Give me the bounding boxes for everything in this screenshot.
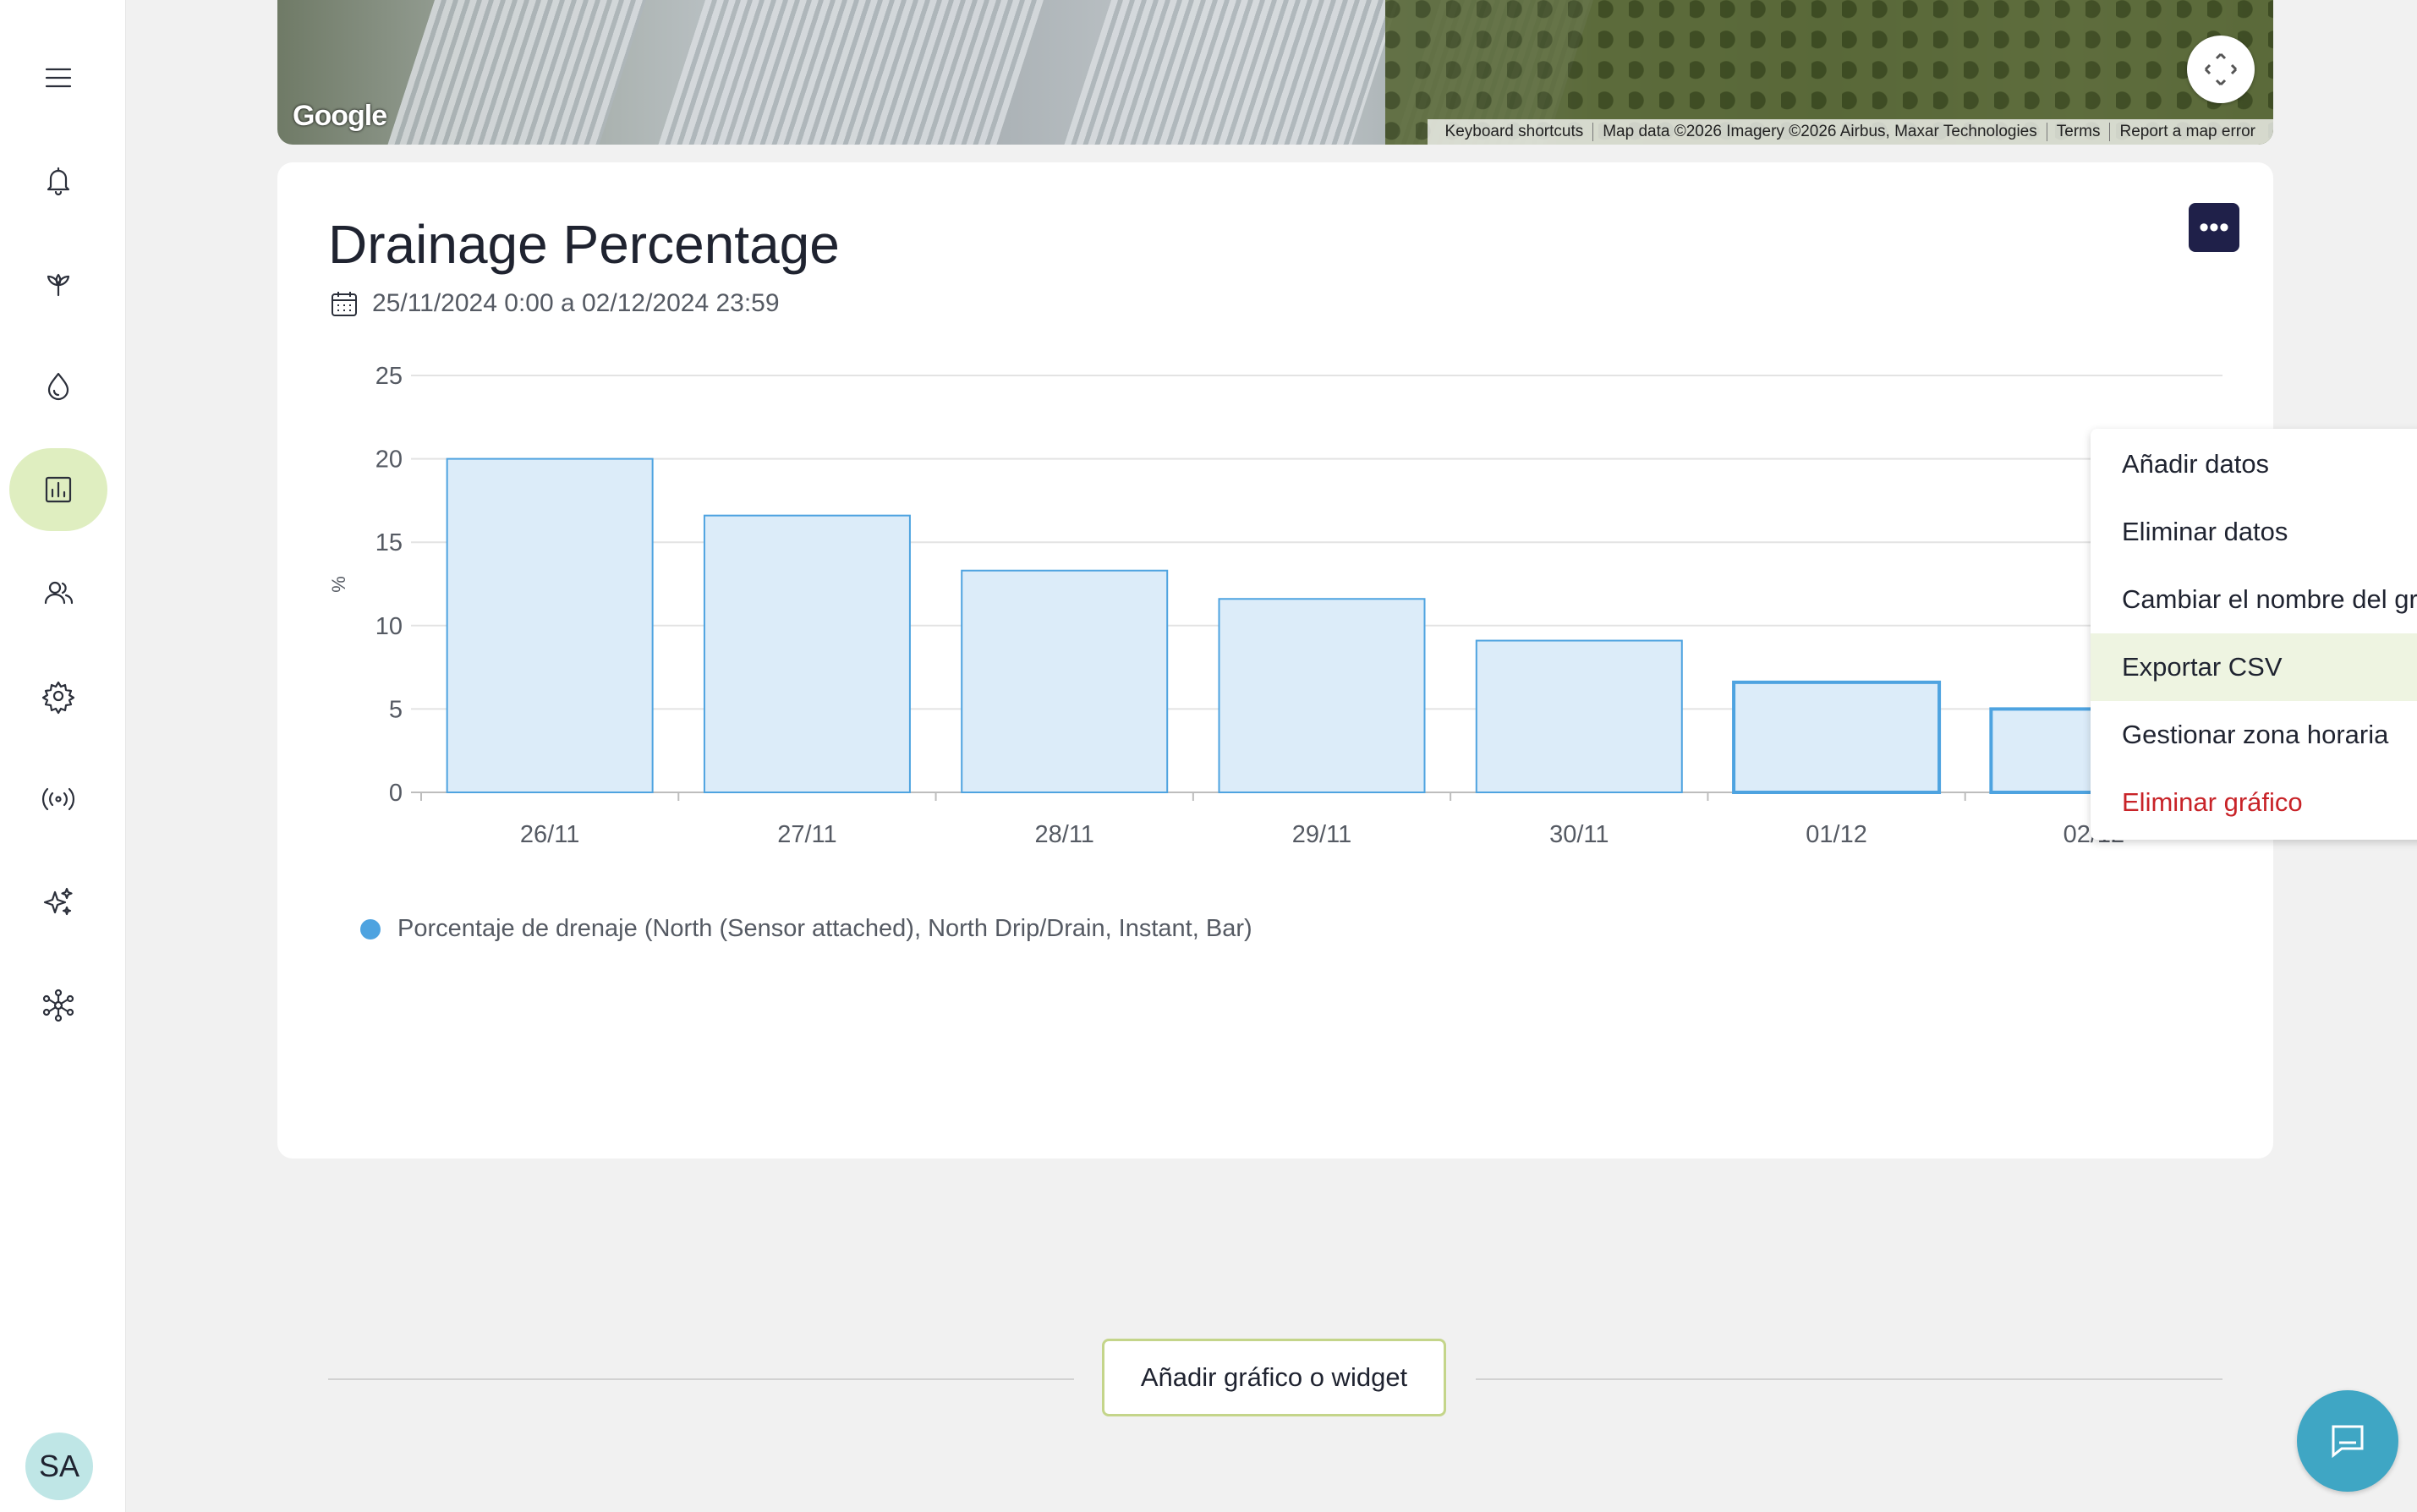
y-tick-label: 20 [375,446,403,474]
x-tick-label: 01/12 [1806,821,1867,848]
x-tick-label: 27/11 [777,821,836,848]
chat-icon [2332,1425,2364,1459]
menu-icon [45,68,72,88]
chart-card: Drainage Percentage 25/11/2024 0:00 a 02… [277,162,2417,1159]
menu-item-add-data[interactable]: Añadir datos [2091,430,2417,498]
map-report-error-link[interactable]: Report a map error [2110,123,2265,141]
users-icon [44,581,74,605]
map-attribution: Keyboard shortcuts Map data ©2026 Imager… [1427,119,2273,145]
x-tick-label: 30/11 [1549,821,1609,848]
menu-item-delete-chart[interactable]: Eliminar gráfico [2091,769,2417,836]
x-tick-label: 26/11 [520,821,579,848]
map-data-credit: Map data ©2026 Imagery ©2026 Airbus, Max… [1593,123,2047,141]
y-axis-label: % [328,576,349,593]
network-icon [42,989,74,1022]
bar [1732,680,1942,795]
sidebar-item-settings[interactable] [9,655,107,737]
y-tick-label: 10 [375,613,403,640]
options-menu: Añadir datos Eliminar datos Cambiar el n… [2091,429,2417,840]
bar [1475,639,1683,793]
expand-arrows-icon [2204,52,2238,86]
water-drop-icon [47,372,69,401]
x-tick-label: 28/11 [1035,821,1094,848]
y-tick-label: 15 [375,529,403,556]
sidebar-item-ai[interactable] [9,861,107,944]
map-greenhouse-area [1056,0,1410,145]
gear-icon [41,681,75,715]
sidebar-item-charts[interactable] [9,448,107,531]
y-tick-label: 5 [389,696,403,723]
map-keyboard-shortcuts-link[interactable]: Keyboard shortcuts [1436,123,1594,141]
avatar-initials: SA [38,1449,80,1483]
map-greenhouse-area [380,0,657,145]
sidebar-item-crops[interactable] [9,242,107,325]
divider-right [1476,1378,2222,1380]
divider-left [328,1378,1074,1380]
sidebar-item-integrations[interactable] [9,964,107,1047]
map-terms-link[interactable]: Terms [2047,123,2111,141]
sidebar-item-irrigation[interactable] [9,345,107,428]
x-tick-label: 29/11 [1292,821,1351,848]
chart-icon [45,476,72,503]
y-tick-label: 25 [375,363,403,390]
menu-item-export-csv[interactable]: Exportar CSV [2091,633,2417,701]
bell-icon [47,167,70,196]
bar [446,457,654,793]
bar [1218,598,1426,793]
signal-icon [41,787,75,811]
legend-series-label: Porcentaje de drenaje (North (Sensor att… [397,915,1252,942]
sidebar-item-alerts[interactable] [9,139,107,222]
y-tick-label: 0 [389,780,403,807]
google-logo: Google [293,100,387,132]
legend-series-marker [360,918,381,940]
chat-support-button[interactable] [2297,1390,2398,1492]
chart-legend[interactable]: Porcentaje de drenaje (North (Sensor att… [360,915,1252,943]
menu-item-rename-chart[interactable]: Cambiar el nombre del gráfico [2091,566,2417,633]
map-fullscreen-button[interactable] [2187,36,2255,103]
menu-item-delete-data[interactable]: Eliminar datos [2091,498,2417,566]
sprout-icon [47,273,70,297]
satellite-map[interactable]: Google Keyboard shortcuts Map data ©2026… [277,0,2273,145]
sidebar: SA [0,0,126,1512]
bar [961,569,1169,793]
sidebar-item-users[interactable] [9,551,107,634]
sidebar-item-sensors[interactable] [9,758,107,841]
sparkles-icon [43,887,73,916]
menu-button[interactable] [9,36,107,119]
avatar[interactable]: SA [25,1433,93,1500]
menu-item-manage-timezone[interactable]: Gestionar zona horaria [2091,701,2417,769]
bar-chart: 0 5 10 15 20 25% 26/11 27/11 28/11 29/11 30/11 01/1… [328,363,2223,848]
add-chart-widget-button[interactable]: Añadir gráfico o widget [1102,1339,1446,1416]
map-greenhouse-area [650,0,1055,145]
bar [703,514,911,793]
